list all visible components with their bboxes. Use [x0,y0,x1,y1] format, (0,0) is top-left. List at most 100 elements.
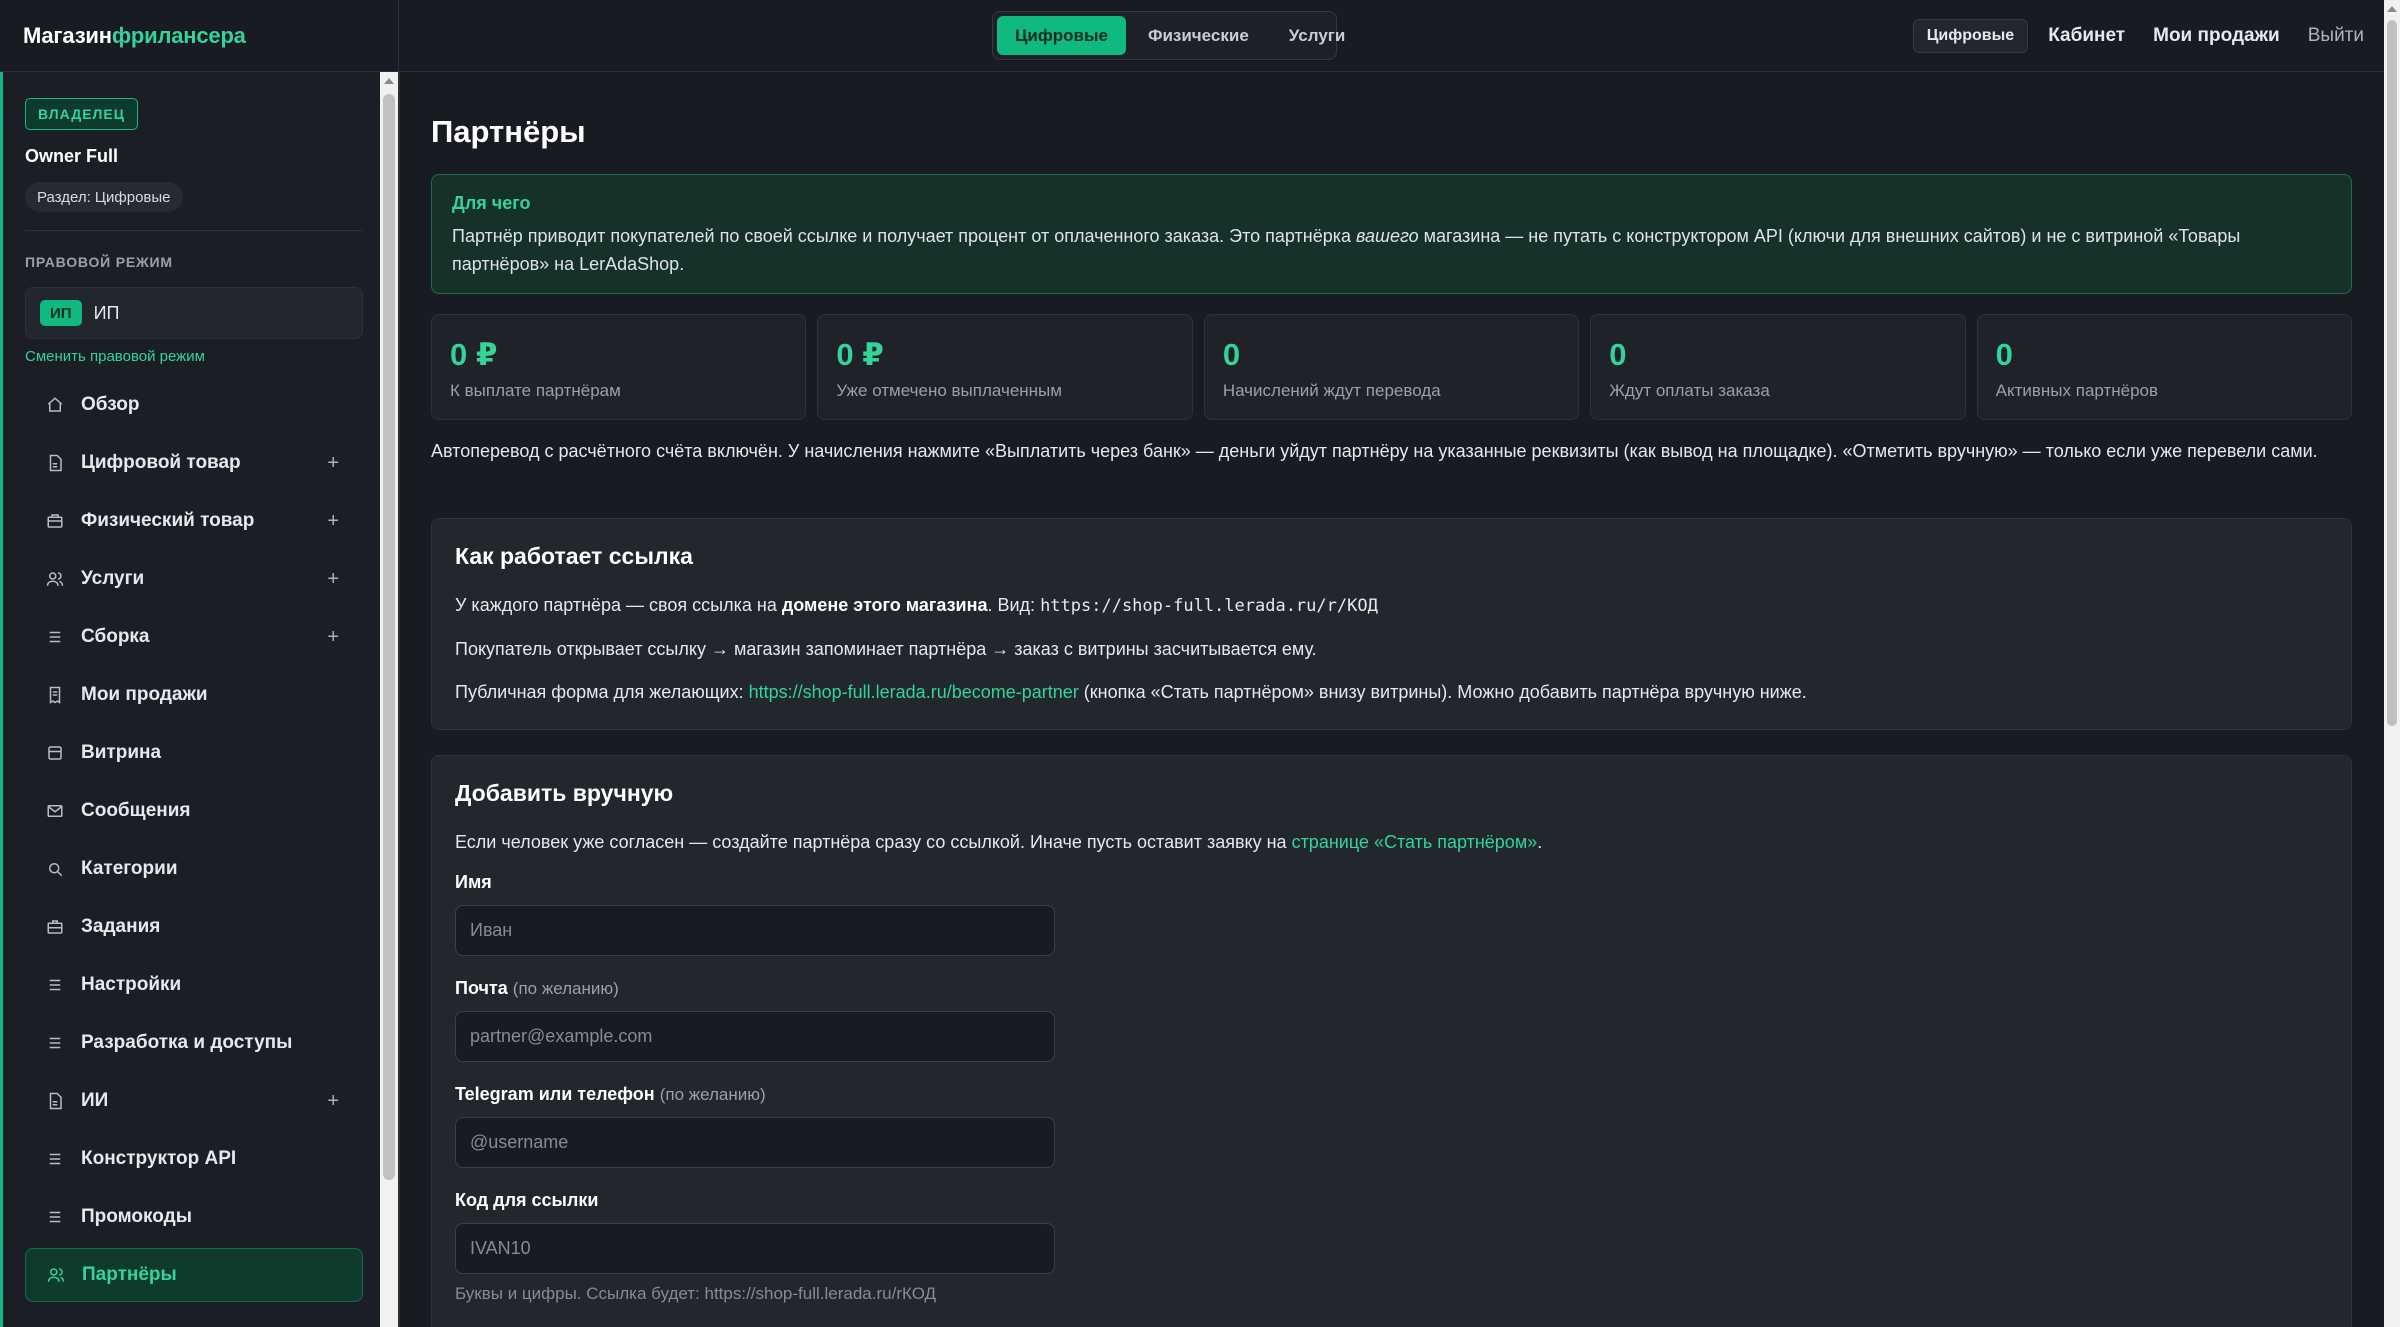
sidebar-item-12[interactable]: ИИ + [25,1074,363,1128]
how-link-works-card: Как работает ссылка У каждого партнёра —… [431,518,2352,730]
name-input[interactable] [455,905,1055,956]
stat-value: 0 [1222,337,1241,372]
receipt-icon [45,685,65,705]
expand-plus-icon[interactable]: + [327,452,339,475]
owner-name: Owner Full [25,146,119,166]
stat-card: 0 Начислений ждут перевода [1203,314,1580,420]
sidebar-item-6[interactable]: Витрина [25,726,363,780]
telegram-input[interactable] [455,1117,1055,1168]
sidebar-item-label: Задания [81,916,161,937]
sidebar-item-label: Настройки [81,974,182,995]
sidebar-item-8[interactable]: Категории [25,842,363,896]
sidebar: ВЛАДЕЛЕЦ Owner Full Раздел: Цифровые ПРА… [0,72,380,1327]
briefcase-icon [45,917,65,937]
stat-card: 0 Активных партнёров [1976,314,2353,420]
segment-physical[interactable]: Физические [1130,16,1267,55]
sidebar-item-13[interactable]: Конструктор API [25,1132,363,1186]
stat-card: 0 Ждут оплаты заказа [1590,314,1966,420]
sidebar-item-3[interactable]: Услуги + [25,552,363,606]
expand-plus-icon[interactable]: + [327,568,339,591]
sidebar-item-label: Партнёры [82,1264,177,1285]
store-icon [45,743,65,763]
become-partner-page-link[interactable]: странице «Стать партнёром» [1292,832,1538,852]
sidebar-item-14[interactable]: Промокоды [25,1190,363,1244]
expand-plus-icon[interactable]: + [327,626,339,649]
stat-value: 0 [1995,337,2013,372]
autotransfer-note: Автоперевод с расчётного счёта включён. … [431,441,2318,461]
legal-mode-value: ИП [93,302,120,323]
sidebar-item-9[interactable]: Задания [25,900,363,954]
name-label: Имя [455,872,492,892]
become-partner-link[interactable]: https://shop-full.lerada.ru/become-partn… [749,682,1079,702]
legal-mode-tag: ИП [40,300,82,326]
expand-plus-icon[interactable]: + [327,1090,339,1113]
scrollbar-thumb[interactable] [2387,20,2397,726]
telegram-label: Telegram или телефон (по желанию) [455,1084,766,1104]
stat-label: Ждут оплаты заказа [1609,381,1770,400]
sidebar-item-1[interactable]: Цифровой товар + [25,436,363,490]
expand-plus-icon[interactable]: + [327,510,339,533]
top-nav: Цифровые Кабинет Мои продажи Выйти [1912,0,2384,72]
stat-label: К выплате партнёрам [450,381,621,400]
mail-icon [45,801,65,821]
page-title: Партнёры [431,114,586,149]
scrollbar-thumb[interactable] [383,94,395,1180]
stat-value: 0 [1609,337,1627,372]
sidebar-scrollbar[interactable] [380,72,398,1327]
sidebar-item-0[interactable]: Обзор [25,378,363,432]
link-format-code: https://shop-full.lerada.ru/r/КОД [1040,596,1378,616]
scroll-up-arrow[interactable] [2387,6,2397,12]
sidebar-item-label: ИИ [81,1090,109,1111]
role-badge: ВЛАДЕЛЕЦ [25,98,138,130]
how-paragraph-2: Покупатель открывает ссылку → магазин за… [455,639,1317,659]
nav-cabinet[interactable]: Кабинет [2048,25,2125,47]
sidebar-item-label: Цифровой товар [81,452,241,473]
email-input[interactable] [455,1011,1055,1062]
sidebar-item-15[interactable]: Партнёры [25,1248,363,1302]
info-text: Партнёр приводит покупателей по своей сс… [452,226,2241,274]
section-pill: Раздел: Цифровые [25,182,183,212]
stat-label: Уже отмечено выплаченным [836,381,1062,400]
divider [398,0,399,72]
brand-logo[interactable]: Магазинфрилансера [23,0,246,72]
users-icon [46,1265,66,1285]
sidebar-item-label: Категории [81,858,178,879]
page-scrollbar[interactable] [2384,0,2400,1327]
how-paragraph-3: Публичная форма для желающих: https://sh… [455,682,1807,702]
sidebar-item-11[interactable]: Разработка и доступы [25,1016,363,1070]
sidebar-item-label: Обзор [81,394,140,415]
segment-services[interactable]: Услуги [1271,16,1364,55]
sidebar-item-5[interactable]: Мои продажи [25,668,363,722]
file-icon [45,1091,65,1111]
code-label: Код для ссылки [455,1190,599,1210]
top-bar: Магазинфрилансера Цифровые Физические Ус… [0,0,2384,72]
main-content: Партнёры Для чего Партнёр приводит покуп… [400,72,2384,1327]
nav-my-sales[interactable]: Мои продажи [2153,25,2280,47]
scroll-up-arrow[interactable] [384,78,394,84]
stat-value: 0 ₽ [450,337,498,372]
list-icon [45,1207,65,1227]
mode-pill[interactable]: Цифровые [1912,19,2029,53]
sidebar-item-label: Разработка и доступы [81,1032,293,1053]
sidebar-item-label: Сборка [81,626,150,647]
add-partner-card: Добавить вручную Если человек уже соглас… [431,755,2352,1327]
sidebar-menu: Обзор Цифровой товар + Физический товар + Усл… [25,378,363,1306]
segment-digital[interactable]: Цифровые [997,16,1126,55]
code-input[interactable] [455,1223,1055,1274]
file-icon [45,453,65,473]
divider [25,230,363,231]
sidebar-item-2[interactable]: Физический товар + [25,494,363,548]
sidebar-item-label: Физический товар [81,510,255,531]
nav-logout[interactable]: Выйти [2308,25,2364,47]
info-callout: Для чего Партнёр приводит покупателей по… [431,174,2352,294]
sidebar-item-7[interactable]: Сообщения [25,784,363,838]
stat-label: Активных партнёров [1995,381,2159,400]
sidebar-item-label: Мои продажи [81,684,208,705]
sidebar-item-label: Сообщения [81,800,191,821]
legal-mode-box: ИП ИП [25,287,363,339]
stat-card: 0 ₽ Уже отмечено выплаченным [817,314,1193,420]
add-intro: Если человек уже согласен — создайте пар… [455,832,1543,852]
sidebar-item-10[interactable]: Настройки [25,958,363,1012]
sidebar-item-4[interactable]: Сборка + [25,610,363,664]
change-legal-mode-link[interactable]: Сменить правовой режим [25,348,205,365]
